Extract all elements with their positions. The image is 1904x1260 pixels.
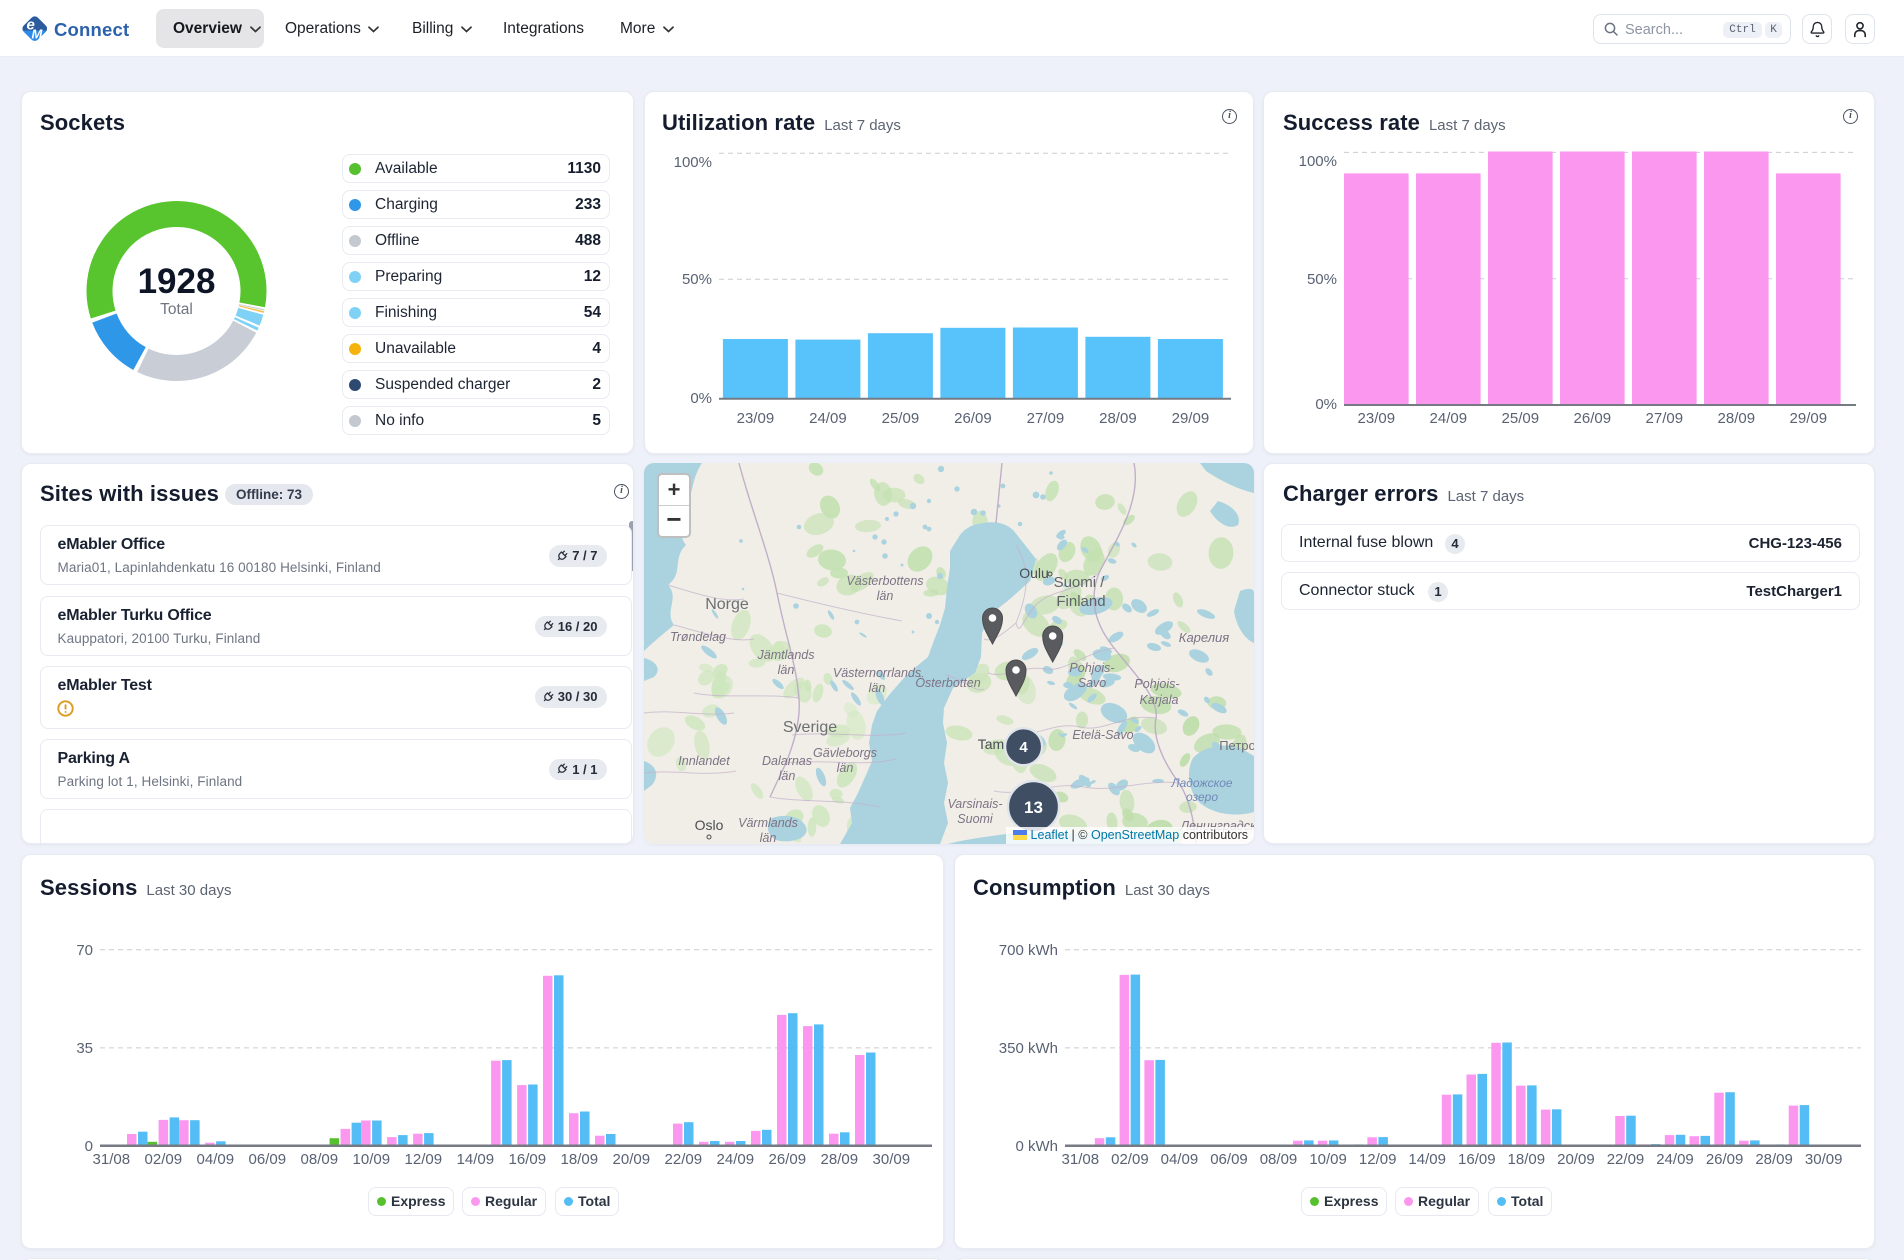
svg-text:Finland: Finland xyxy=(1056,593,1105,610)
svg-text:28/09: 28/09 xyxy=(821,1151,859,1168)
svg-text:08/09: 08/09 xyxy=(301,1151,339,1168)
svg-text:16/09: 16/09 xyxy=(509,1151,547,1168)
svg-text:Карелия: Карелия xyxy=(1179,630,1229,645)
svg-text:24/09: 24/09 xyxy=(809,410,847,427)
svg-text:18/09: 18/09 xyxy=(1508,1151,1546,1168)
svg-text:28/09: 28/09 xyxy=(1718,410,1756,427)
svg-text:Pohjois-: Pohjois- xyxy=(1069,661,1114,675)
svg-text:30/09: 30/09 xyxy=(873,1151,911,1168)
svg-text:24/09: 24/09 xyxy=(1430,410,1468,427)
svg-text:31/08: 31/08 xyxy=(1062,1151,1100,1168)
svg-text:24/09: 24/09 xyxy=(717,1151,755,1168)
svg-text:Varsinais-: Varsinais- xyxy=(947,797,1002,811)
svg-text:50%: 50% xyxy=(1307,271,1337,288)
svg-text:100%: 100% xyxy=(674,154,712,171)
svg-text:70: 70 xyxy=(76,942,93,959)
svg-text:län: län xyxy=(779,769,796,783)
svg-text:0%: 0% xyxy=(1315,396,1337,413)
svg-text:4: 4 xyxy=(1019,739,1028,756)
svg-text:Oulu: Oulu xyxy=(1019,565,1049,581)
svg-text:Etelä-Savo: Etelä-Savo xyxy=(1072,728,1133,742)
svg-text:100%: 100% xyxy=(1299,153,1337,170)
svg-text:14/09: 14/09 xyxy=(457,1151,495,1168)
svg-text:Петроза: Петроза xyxy=(1219,738,1254,753)
svg-text:02/09: 02/09 xyxy=(1111,1151,1149,1168)
svg-text:27/09: 27/09 xyxy=(1646,410,1684,427)
svg-text:län: län xyxy=(837,761,854,775)
svg-text:28/09: 28/09 xyxy=(1755,1151,1793,1168)
svg-text:02/09: 02/09 xyxy=(145,1151,183,1168)
svg-text:04/09: 04/09 xyxy=(197,1151,235,1168)
svg-text:Värmlands: Värmlands xyxy=(738,816,798,830)
svg-text:län: län xyxy=(877,589,894,603)
svg-text:20/09: 20/09 xyxy=(613,1151,651,1168)
svg-text:Pohjois-: Pohjois- xyxy=(1134,677,1179,691)
svg-text:27/09: 27/09 xyxy=(1027,410,1065,427)
svg-text:12/09: 12/09 xyxy=(405,1151,443,1168)
svg-text:Karjala: Karjala xyxy=(1140,693,1179,707)
svg-text:26/09: 26/09 xyxy=(1574,410,1612,427)
svg-text:län: län xyxy=(869,681,886,695)
svg-text:0%: 0% xyxy=(690,390,712,407)
svg-text:25/09: 25/09 xyxy=(1502,410,1540,427)
svg-text:Suomi: Suomi xyxy=(957,812,994,826)
svg-text:30/09: 30/09 xyxy=(1805,1151,1843,1168)
svg-text:16/09: 16/09 xyxy=(1458,1151,1496,1168)
svg-text:14/09: 14/09 xyxy=(1408,1151,1446,1168)
svg-text:Västerbottens: Västerbottens xyxy=(846,574,923,588)
svg-text:Suomi /: Suomi / xyxy=(1054,574,1106,591)
svg-text:M: M xyxy=(32,27,44,42)
svg-text:50%: 50% xyxy=(682,271,712,288)
svg-text:12/09: 12/09 xyxy=(1359,1151,1397,1168)
svg-text:10/09: 10/09 xyxy=(353,1151,391,1168)
svg-text:31/08: 31/08 xyxy=(93,1151,131,1168)
svg-text:26/09: 26/09 xyxy=(1706,1151,1744,1168)
svg-text:22/09: 22/09 xyxy=(1607,1151,1645,1168)
svg-text:län: län xyxy=(778,663,795,677)
svg-text:Savo: Savo xyxy=(1078,676,1107,690)
svg-text:Jämtlands: Jämtlands xyxy=(757,648,815,662)
svg-text:10/09: 10/09 xyxy=(1309,1151,1347,1168)
svg-text:29/09: 29/09 xyxy=(1172,410,1210,427)
svg-text:Innlandet: Innlandet xyxy=(678,754,730,768)
svg-text:35: 35 xyxy=(76,1040,93,1057)
svg-text:0 kWh: 0 kWh xyxy=(1015,1138,1058,1155)
svg-text:22/09: 22/09 xyxy=(665,1151,703,1168)
svg-text:Dalarnas: Dalarnas xyxy=(762,754,812,768)
svg-text:озеро: озеро xyxy=(1186,790,1218,804)
svg-text:Ладожское: Ладожское xyxy=(1170,776,1233,790)
svg-text:23/09: 23/09 xyxy=(1358,410,1396,427)
svg-text:06/09: 06/09 xyxy=(1210,1151,1248,1168)
svg-text:04/09: 04/09 xyxy=(1161,1151,1199,1168)
svg-text:13: 13 xyxy=(1024,798,1043,817)
svg-text:06/09: 06/09 xyxy=(249,1151,287,1168)
svg-text:20/09: 20/09 xyxy=(1557,1151,1595,1168)
svg-text:Sverige: Sverige xyxy=(783,719,837,736)
svg-text:700 kWh: 700 kWh xyxy=(999,942,1058,959)
svg-text:25/09: 25/09 xyxy=(882,410,920,427)
svg-text:350 kWh: 350 kWh xyxy=(999,1040,1058,1057)
svg-text:Västernorrlands: Västernorrlands xyxy=(833,666,921,680)
svg-text:Tam: Tam xyxy=(978,736,1004,752)
svg-text:24/09: 24/09 xyxy=(1656,1151,1694,1168)
svg-text:Norge: Norge xyxy=(705,596,749,613)
svg-text:29/09: 29/09 xyxy=(1790,410,1828,427)
svg-text:Oslo: Oslo xyxy=(695,817,724,833)
svg-text:23/09: 23/09 xyxy=(737,410,775,427)
svg-text:Österbotten: Österbotten xyxy=(915,676,980,690)
svg-text:26/09: 26/09 xyxy=(769,1151,807,1168)
svg-text:Gävleborgs: Gävleborgs xyxy=(813,746,877,760)
svg-text:18/09: 18/09 xyxy=(561,1151,599,1168)
svg-text:26/09: 26/09 xyxy=(954,410,992,427)
svg-text:län: län xyxy=(760,831,777,844)
svg-text:08/09: 08/09 xyxy=(1260,1151,1298,1168)
svg-text:Trøndelag: Trøndelag xyxy=(670,630,726,644)
svg-text:28/09: 28/09 xyxy=(1099,410,1137,427)
